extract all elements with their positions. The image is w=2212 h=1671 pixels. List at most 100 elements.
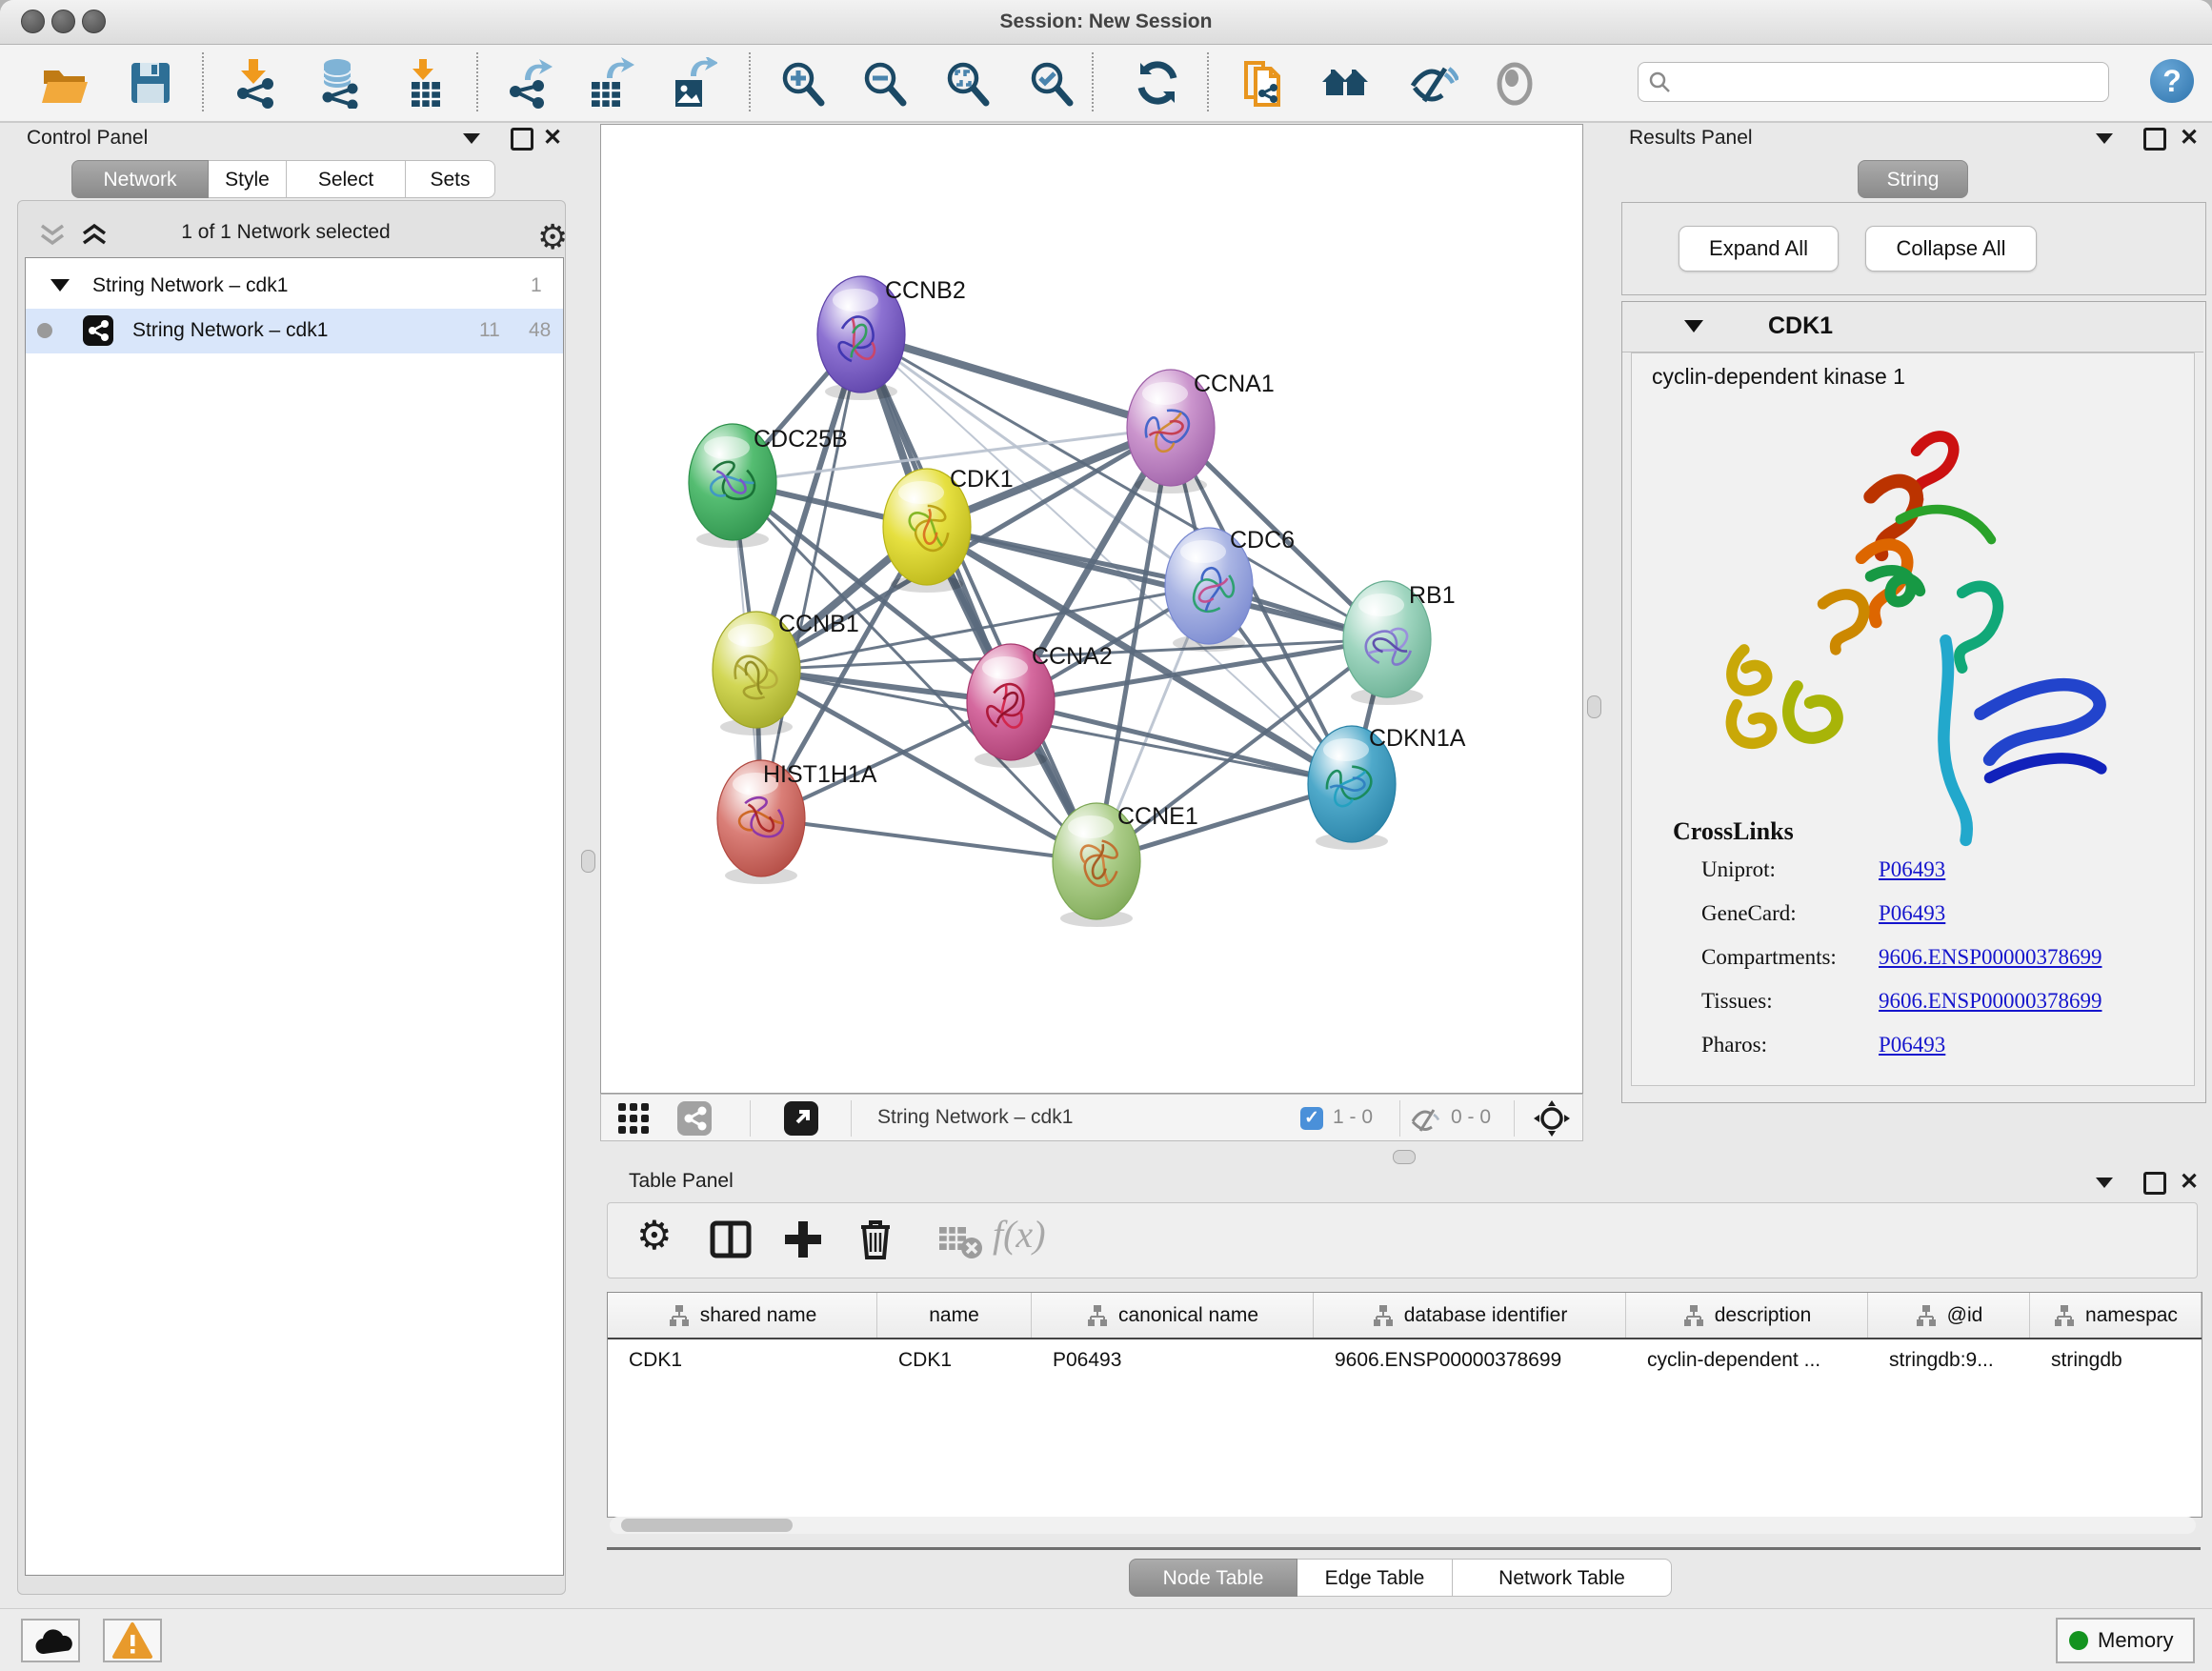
refresh-icon[interactable]: [1132, 57, 1183, 109]
tree-collapse-icon[interactable]: [50, 279, 70, 292]
control-panel-close-icon[interactable]: ✕: [543, 127, 562, 150]
hide-panel-eye-icon[interactable]: [1407, 57, 1458, 109]
edge-CDK1-RB1[interactable]: [927, 527, 1387, 639]
crosslink-label: Uniprot:: [1701, 857, 1776, 882]
fit-content-crosshair-icon[interactable]: [1533, 1099, 1571, 1137]
save-session-icon[interactable]: [125, 57, 176, 109]
edge-CCNB2-CCNE1[interactable]: [861, 334, 1096, 861]
control-panel-menu-icon[interactable]: [463, 133, 480, 144]
import-network-file-icon[interactable]: [231, 57, 283, 109]
zoom-fit-icon[interactable]: [942, 57, 994, 109]
table-panel-close-icon[interactable]: ✕: [2180, 1171, 2199, 1194]
add-column-icon[interactable]: [779, 1216, 827, 1263]
tab-style[interactable]: Style: [209, 160, 287, 198]
crosslink-link[interactable]: P06493: [1879, 901, 1945, 926]
control-panel-float-icon[interactable]: [511, 128, 533, 151]
column-header-name[interactable]: name: [877, 1293, 1032, 1338]
copy-network-icon[interactable]: [1238, 57, 1290, 109]
export-image-icon[interactable]: [666, 57, 717, 109]
network-badge-icon[interactable]: [677, 1101, 712, 1136]
help-icon[interactable]: ?: [2150, 59, 2194, 103]
column-header--id[interactable]: @id: [1868, 1293, 2030, 1338]
toolbar-search: [1638, 62, 2109, 102]
function-builder-icon[interactable]: f(x): [993, 1212, 1046, 1257]
table-panel-float-icon[interactable]: [2143, 1172, 2166, 1195]
column-header-namespac[interactable]: namespac: [2030, 1293, 2202, 1338]
main-toolbar: ?: [0, 45, 2212, 123]
zoom-in-icon[interactable]: [777, 57, 829, 109]
toolbar-separator: [476, 52, 478, 111]
hidden-eye-icon[interactable]: [1409, 1104, 1441, 1133]
tab-sets[interactable]: Sets: [406, 160, 495, 198]
table-settings-gear-icon[interactable]: ⚙: [636, 1212, 673, 1258]
network-edge-count: 48: [529, 319, 551, 342]
selected-checkbox-icon[interactable]: ✓: [1300, 1107, 1323, 1130]
crosslink-link[interactable]: P06493: [1879, 857, 1945, 882]
delete-table-icon[interactable]: [935, 1216, 983, 1263]
divider-handle-left[interactable]: [581, 850, 595, 873]
network-canvas[interactable]: CCNB2CCNA1CDC25BCDK1CDC6RB1CCNB1CCNA2CDK…: [600, 124, 1583, 1094]
memory-button[interactable]: Memory: [2056, 1618, 2195, 1663]
network-collection-label: String Network – cdk1: [92, 274, 288, 297]
open-in-window-icon[interactable]: [784, 1101, 818, 1136]
edge-CCNB2-HIST1H1A[interactable]: [761, 334, 861, 818]
crosslink-label: Pharos:: [1701, 1033, 1767, 1057]
show-columns-icon[interactable]: [707, 1216, 754, 1263]
scrollbar-thumb[interactable]: [621, 1519, 793, 1532]
grid-view-icon[interactable]: [618, 1103, 651, 1134]
warning-icon: [105, 1621, 160, 1661]
warning-status-button[interactable]: [103, 1619, 162, 1662]
app-window: Session: New Session: [0, 0, 2212, 1671]
zoom-selected-icon[interactable]: [1026, 57, 1077, 109]
export-table-icon[interactable]: [584, 57, 635, 109]
import-network-database-icon[interactable]: [314, 57, 366, 109]
column-header-canonical-name[interactable]: canonical name: [1032, 1293, 1314, 1338]
results-panel-menu-icon[interactable]: [2096, 133, 2113, 144]
import-table-file-icon[interactable]: [400, 57, 452, 109]
table-panel-menu-icon[interactable]: [2096, 1178, 2113, 1188]
search-input[interactable]: [1680, 66, 2094, 98]
table-row[interactable]: CDK1CDK1P064939606.ENSP00000378699cyclin…: [608, 1339, 2202, 1381]
column-header-label: @id: [1947, 1304, 1983, 1327]
expand-all-button[interactable]: Expand All: [1679, 226, 1839, 272]
divider-handle-right[interactable]: [1587, 695, 1601, 718]
expand-all-icon[interactable]: [80, 223, 109, 248]
network-options-gear-icon[interactable]: ⚙: [537, 217, 568, 257]
open-session-icon[interactable]: [39, 57, 90, 109]
column-header-shared-name[interactable]: shared name: [608, 1293, 877, 1338]
tab-node-table[interactable]: Node Table: [1129, 1559, 1297, 1597]
toolbar-separator: [749, 52, 751, 111]
home-icon[interactable]: [1319, 57, 1371, 109]
show-panel-eye-icon[interactable]: [1489, 57, 1540, 109]
divider-handle-horizontal[interactable]: [1393, 1150, 1416, 1164]
tab-edge-table[interactable]: Edge Table: [1297, 1559, 1453, 1597]
results-panel-close-icon[interactable]: ✕: [2180, 127, 2199, 150]
collapse-all-icon[interactable]: [38, 223, 67, 248]
tab-select[interactable]: Select: [287, 160, 406, 198]
tab-string[interactable]: String: [1858, 160, 1968, 198]
gene-section-header[interactable]: [1622, 302, 2203, 352]
tab-network-table[interactable]: Network Table: [1453, 1559, 1672, 1597]
network-tree-root-row[interactable]: String Network – cdk1 1: [26, 264, 563, 309]
crosslink-link[interactable]: 9606.ENSP00000378699: [1879, 945, 2102, 970]
node-label-CDC25B: CDC25B: [754, 426, 848, 453]
table-horizontal-scrollbar[interactable]: [610, 1517, 2196, 1534]
table-header-row: shared namenamecanonical namedatabase id…: [608, 1293, 2202, 1339]
collapse-all-button[interactable]: Collapse All: [1865, 226, 2037, 272]
crosslink-link[interactable]: P06493: [1879, 1033, 1945, 1057]
search-icon: [1648, 70, 1673, 95]
network-tree-child-row[interactable]: String Network – cdk1 11 48: [26, 309, 563, 353]
crosslink-link[interactable]: 9606.ENSP00000378699: [1879, 989, 2102, 1014]
column-header-description[interactable]: description: [1626, 1293, 1868, 1338]
cloud-status-button[interactable]: [21, 1619, 80, 1662]
edge-CCNB2-CCNA1[interactable]: [861, 334, 1171, 428]
tab-network[interactable]: Network: [71, 160, 209, 198]
delete-column-icon[interactable]: [852, 1216, 899, 1263]
netbar-separator: [851, 1100, 852, 1137]
gene-section-collapse-icon[interactable]: [1684, 320, 1703, 332]
zoom-out-icon[interactable]: [859, 57, 911, 109]
export-network-icon[interactable]: [504, 57, 555, 109]
column-header-database-identifier[interactable]: database identifier: [1314, 1293, 1626, 1338]
edge-HIST1H1A-CCNE1[interactable]: [761, 818, 1096, 861]
results-panel-float-icon[interactable]: [2143, 128, 2166, 151]
